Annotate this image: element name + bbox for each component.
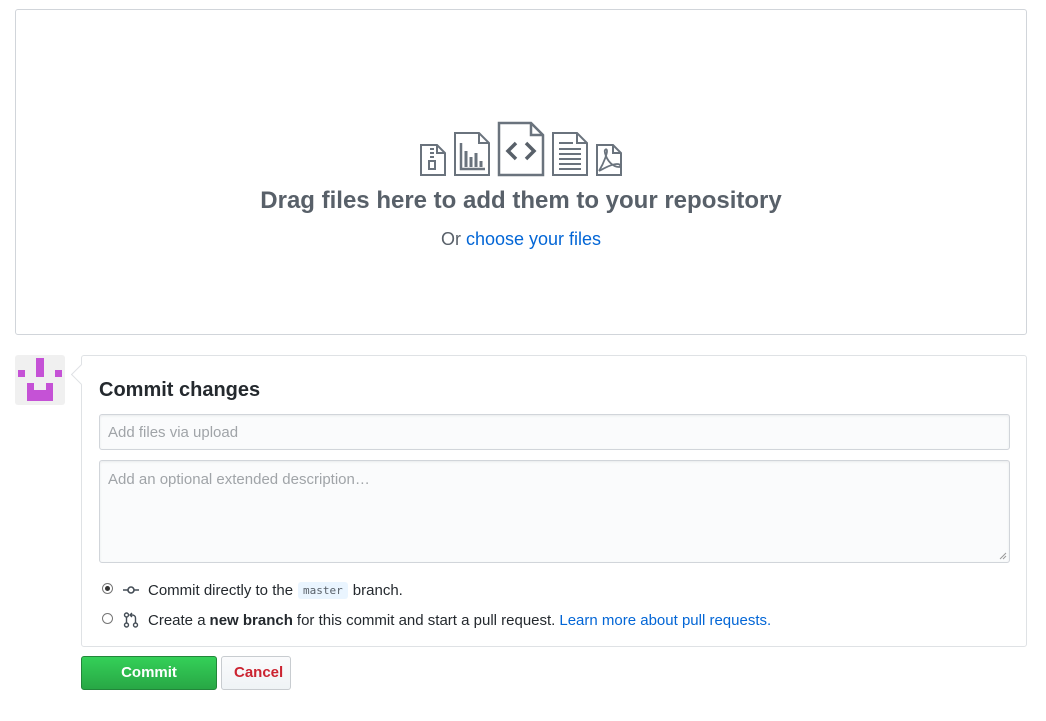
new-branch-bold: new branch: [209, 611, 293, 629]
commit-direct-label: Commit directly to the: [148, 581, 294, 599]
text-file-icon: [551, 131, 589, 177]
commit-description-input[interactable]: [99, 460, 1010, 563]
new-branch-radio[interactable]: [102, 612, 113, 624]
code-file-icon: [497, 121, 545, 177]
commit-title: Commit changes: [99, 379, 261, 401]
cancel-button[interactable]: Cancel: [221, 656, 291, 690]
new-branch-prefix: Create a: [148, 611, 206, 629]
commit-form: Commit changes Commit directly to the ma…: [81, 355, 1027, 647]
commit-direct-option[interactable]: Commit directly to the master branch.: [102, 579, 403, 601]
git-commit-icon: [123, 582, 139, 598]
graph-file-icon: [453, 131, 491, 177]
commit-direct-radio[interactable]: [102, 582, 113, 594]
branch-name: master: [298, 581, 348, 599]
or-text: Or: [440, 229, 461, 249]
avatar: [15, 355, 65, 405]
file-zip-icon: [419, 143, 447, 177]
commit-direct-suffix: branch.: [352, 581, 403, 599]
new-branch-option[interactable]: Create a new branch for this commit and …: [102, 609, 771, 631]
new-branch-suffix: for this commit and start a pull request…: [296, 611, 556, 629]
git-pull-request-icon: [123, 612, 139, 628]
file-type-icons: [16, 121, 1026, 177]
identicon-image: [18, 358, 62, 401]
learn-more-pull-requests-link[interactable]: Learn more about pull requests.: [559, 612, 771, 629]
commit-changes-button[interactable]: Commit changes: [81, 656, 217, 713]
drop-zone-title: Drag files here to add them to your repo…: [260, 187, 782, 214]
choose-files-link[interactable]: choose your files: [466, 229, 601, 249]
resize-handle-icon[interactable]: [998, 551, 1007, 560]
pdf-file-icon: [595, 143, 623, 177]
file-drop-zone[interactable]: Drag files here to add them to your repo…: [15, 9, 1027, 335]
drop-zone-subtitle: Or choose your files: [16, 226, 1026, 252]
commit-summary-input[interactable]: [99, 414, 1010, 450]
